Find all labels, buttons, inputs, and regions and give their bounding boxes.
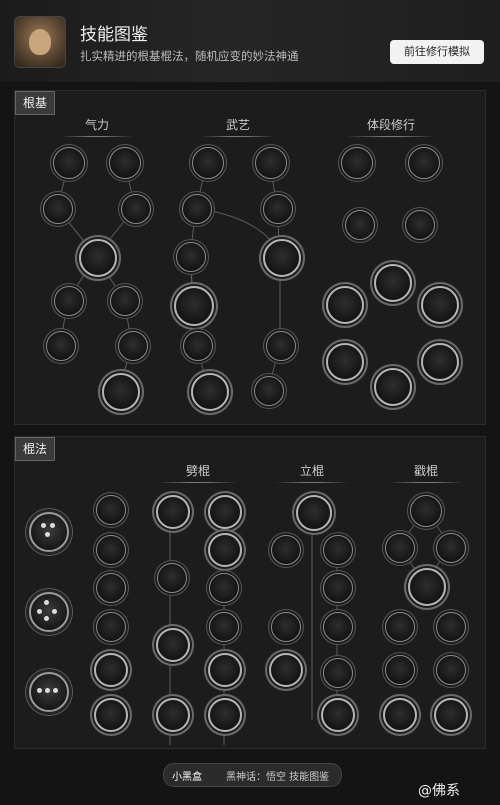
skill-node[interactable] xyxy=(192,147,224,179)
skill-node[interactable] xyxy=(96,573,126,603)
skill-node[interactable] xyxy=(436,612,466,642)
skill-tree-connections xyxy=(56,162,451,745)
skill-node-major[interactable] xyxy=(156,495,190,529)
skill-node-major[interactable] xyxy=(208,698,242,732)
skill-node[interactable] xyxy=(385,533,415,563)
skill-node[interactable] xyxy=(255,147,287,179)
skill-node[interactable] xyxy=(341,147,373,179)
skill-node[interactable] xyxy=(405,210,435,240)
skill-node[interactable] xyxy=(183,331,213,361)
skill-node-major[interactable] xyxy=(408,568,446,606)
skill-node[interactable] xyxy=(176,242,206,272)
watermark: @佛系 xyxy=(418,783,460,799)
skill-node[interactable] xyxy=(385,612,415,642)
skill-node-major[interactable] xyxy=(374,368,412,406)
skill-node-major[interactable] xyxy=(102,373,140,411)
skill-node[interactable] xyxy=(96,495,126,525)
skill-node-major[interactable] xyxy=(269,653,303,687)
skill-node-major[interactable] xyxy=(208,495,242,529)
skill-node-major[interactable] xyxy=(326,343,364,381)
search-keyword: 黑神话：悟空 技能图鉴 xyxy=(226,772,330,783)
skill-node[interactable] xyxy=(46,331,76,361)
skill-node[interactable] xyxy=(53,147,85,179)
skill-node-major[interactable] xyxy=(156,698,190,732)
skill-node-major[interactable] xyxy=(383,698,417,732)
stance-smash-icon[interactable] xyxy=(29,512,69,552)
skill-node[interactable] xyxy=(266,331,296,361)
skill-node[interactable] xyxy=(96,535,126,565)
skill-node[interactable] xyxy=(118,331,148,361)
skill-node-major[interactable] xyxy=(79,239,117,277)
skill-node-major[interactable] xyxy=(94,653,128,687)
skill-node-major[interactable] xyxy=(94,698,128,732)
stance-thrust-icon[interactable] xyxy=(29,672,69,712)
skill-node-major[interactable] xyxy=(434,698,468,732)
skill-node[interactable] xyxy=(436,655,466,685)
skill-node[interactable] xyxy=(323,573,353,603)
skill-node[interactable] xyxy=(323,612,353,642)
skill-node[interactable] xyxy=(209,612,239,642)
skill-node-major[interactable] xyxy=(326,286,364,324)
skill-node-major[interactable] xyxy=(156,628,190,662)
skill-node-major[interactable] xyxy=(374,264,412,302)
skill-node-major[interactable] xyxy=(208,533,242,567)
skill-node[interactable] xyxy=(271,535,301,565)
skill-node[interactable] xyxy=(271,612,301,642)
skill-node-major[interactable] xyxy=(263,239,301,277)
skill-node[interactable] xyxy=(121,194,151,224)
skill-node[interactable] xyxy=(43,194,73,224)
skill-node[interactable] xyxy=(254,376,284,406)
skill-node-major[interactable] xyxy=(191,373,229,411)
skill-node[interactable] xyxy=(408,147,440,179)
skill-node[interactable] xyxy=(323,535,353,565)
stance-pillar-icon[interactable] xyxy=(29,592,69,632)
skill-node-major[interactable] xyxy=(296,495,332,531)
skill-node[interactable] xyxy=(110,286,140,316)
xiaoheihe-logo: 小黑盒 xyxy=(172,772,202,783)
skill-node-major[interactable] xyxy=(421,286,459,324)
skill-node[interactable] xyxy=(345,210,375,240)
skill-node[interactable] xyxy=(182,194,212,224)
skill-node[interactable] xyxy=(209,573,239,603)
skill-node[interactable] xyxy=(323,658,353,688)
skill-node[interactable] xyxy=(263,194,293,224)
skill-node[interactable] xyxy=(109,147,141,179)
skill-node[interactable] xyxy=(410,495,442,527)
skill-node-major[interactable] xyxy=(421,343,459,381)
skill-node-major[interactable] xyxy=(208,653,242,687)
skill-node-major[interactable] xyxy=(321,698,355,732)
source-search-pill[interactable]: 小黑盒 黑神话：悟空 技能图鉴 xyxy=(163,763,342,787)
skill-node[interactable] xyxy=(96,612,126,642)
skill-node[interactable] xyxy=(436,533,466,563)
skill-node[interactable] xyxy=(157,563,187,593)
skill-node[interactable] xyxy=(385,655,415,685)
skill-node[interactable] xyxy=(54,286,84,316)
skill-node-major[interactable] xyxy=(174,286,214,326)
